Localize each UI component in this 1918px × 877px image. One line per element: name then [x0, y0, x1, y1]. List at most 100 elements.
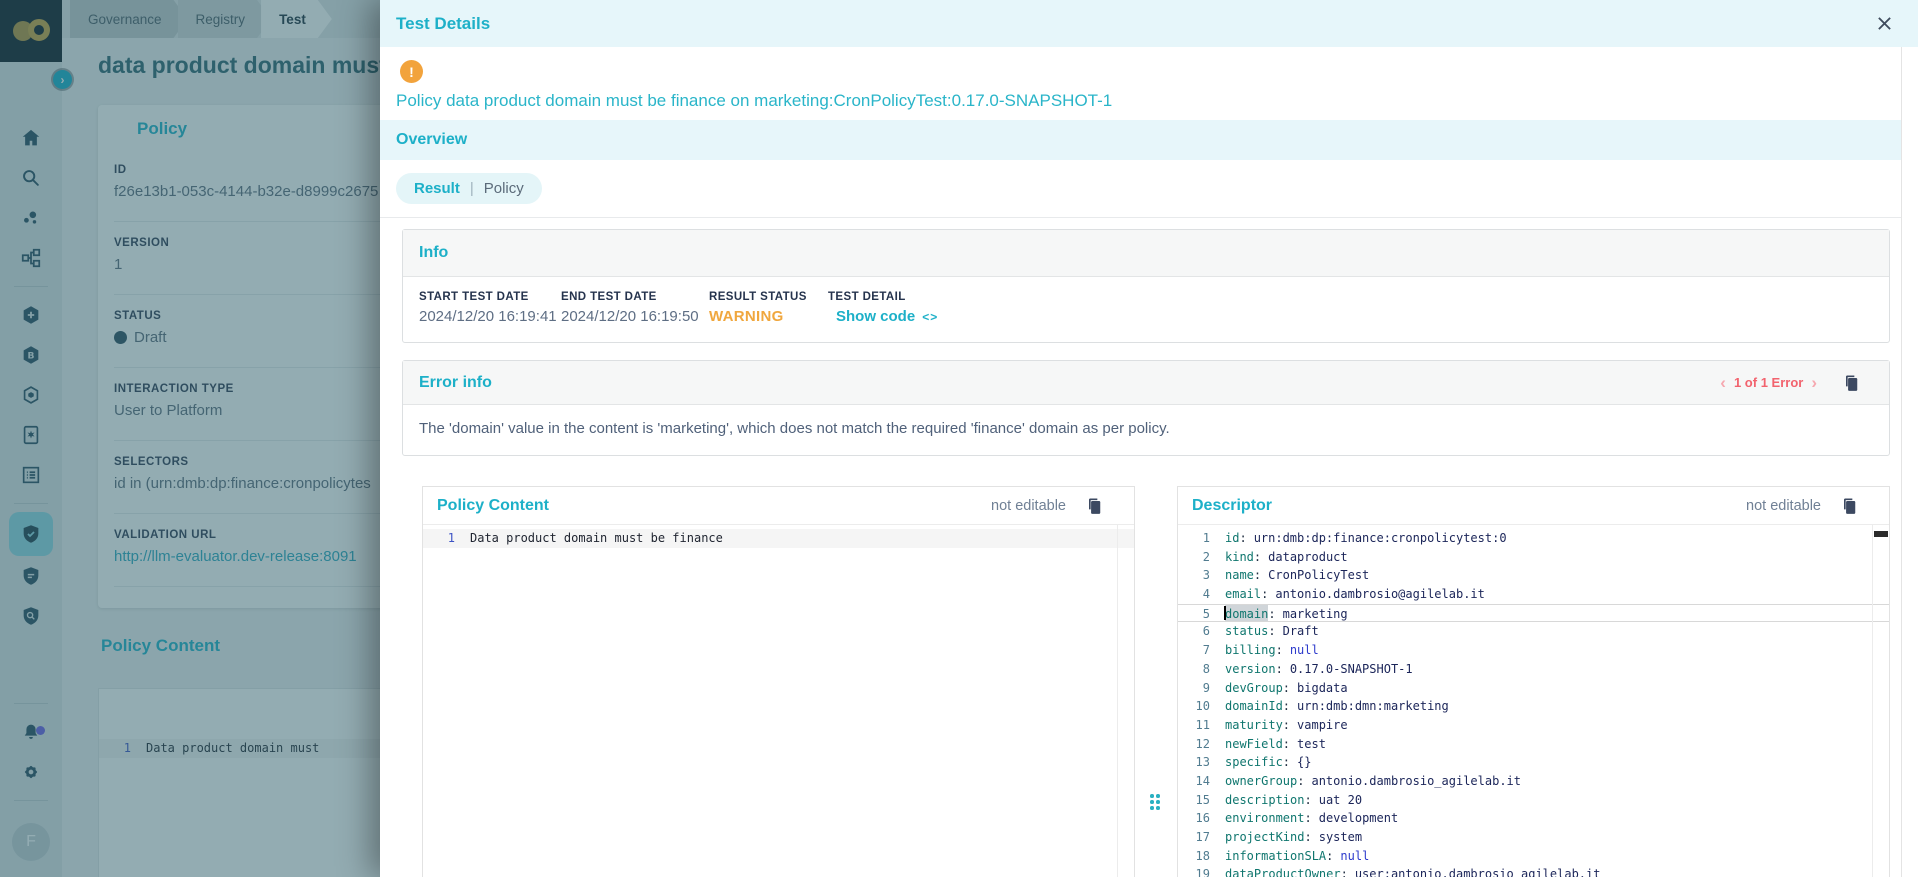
copy-error-button[interactable]: [1841, 373, 1861, 393]
start-date-value: 2024/12/20 16:19:41: [419, 308, 561, 325]
descriptor-lines: 1 id:urn:dmb:dp:finance:cronpolicytest:0…: [1178, 529, 1889, 877]
show-code-link[interactable]: Show code <>: [836, 308, 938, 325]
line-number: 4: [1178, 585, 1210, 604]
yaml-key: newField: [1225, 735, 1283, 754]
yaml-value: {}: [1297, 753, 1311, 772]
end-date-value: 2024/12/20 16:19:50: [561, 308, 709, 325]
close-button[interactable]: [1872, 12, 1896, 36]
yaml-value: 0.17.0-SNAPSHOT-1: [1290, 660, 1413, 679]
yaml-key: domain: [1225, 605, 1268, 622]
yaml-key: environment: [1225, 809, 1304, 828]
descriptor-line: 13 specific:{}: [1178, 753, 1889, 772]
descriptor-line: 14 ownerGroup:antonio.dambrosio_agilelab…: [1178, 772, 1889, 791]
copy-icon: [1841, 373, 1861, 393]
line-number: 10: [1178, 697, 1210, 716]
editor-scrollbar-track: [1117, 525, 1118, 877]
descriptor-line: 15 description:uat 20: [1178, 791, 1889, 810]
copy-descriptor-button[interactable]: [1839, 496, 1859, 516]
modal-title: Test Details: [396, 14, 490, 34]
yaml-value: CronPolicyTest: [1268, 566, 1369, 585]
yaml-key: ownerGroup: [1225, 772, 1297, 791]
split-drag-handle[interactable]: [1150, 794, 1162, 814]
yaml-key: billing: [1225, 641, 1276, 660]
policy-not-editable-label: not editable: [991, 498, 1066, 514]
warning-icon: !: [400, 60, 423, 83]
line-number: 15: [1178, 791, 1210, 810]
yaml-key: description: [1225, 791, 1304, 810]
result-status-label: RESULT STATUS: [709, 291, 828, 303]
prev-error-button[interactable]: ‹: [1720, 374, 1726, 391]
descriptor-line: 8 version:0.17.0-SNAPSHOT-1: [1178, 660, 1889, 679]
yaml-key: projectKind: [1225, 828, 1304, 847]
code-split: Policy Content not editable 1 Data produ…: [422, 486, 1890, 877]
yaml-value: system: [1319, 828, 1362, 847]
yaml-value: test: [1297, 735, 1326, 754]
modal-scrollbar[interactable]: [1901, 47, 1918, 877]
test-details-modal: Test Details ! Policy data product domai…: [380, 0, 1918, 877]
editor-scrollbar-thumb[interactable]: [1874, 531, 1888, 537]
line-number: 6: [1178, 622, 1210, 641]
yaml-value: null: [1340, 847, 1369, 866]
line-number: 19: [1178, 865, 1210, 877]
descriptor-line: 10 domainId:urn:dmb:dmn:marketing: [1178, 697, 1889, 716]
descriptor-line: 12 newField:test: [1178, 735, 1889, 754]
line-number: 11: [1178, 716, 1210, 735]
descriptor-line: 17 projectKind:system: [1178, 828, 1889, 847]
info-title: Info: [419, 244, 448, 262]
yaml-key: informationSLA: [1225, 847, 1326, 866]
info-result-status: RESULT STATUS WARNING: [709, 291, 828, 342]
info-card-body: START TEST DATE 2024/12/20 16:19:41 END …: [403, 277, 1889, 342]
yaml-value: bigdata: [1297, 679, 1348, 698]
error-card-header: Error info ‹ 1 of 1 Error ›: [403, 361, 1889, 405]
yaml-key: status: [1225, 622, 1268, 641]
yaml-key: maturity: [1225, 716, 1283, 735]
line-number: 14: [1178, 772, 1210, 791]
policy-content-title: Policy Content: [437, 497, 549, 515]
descriptor-editor[interactable]: 1 id:urn:dmb:dp:finance:cronpolicytest:0…: [1178, 525, 1889, 877]
copy-icon: [1839, 496, 1859, 516]
line-number: 5: [1178, 605, 1210, 622]
yaml-value: vampire: [1297, 716, 1348, 735]
editor-scrollbar-track: [1872, 525, 1873, 877]
line-number: 17: [1178, 828, 1210, 847]
info-end-date: END TEST DATE 2024/12/20 16:19:50: [561, 291, 709, 342]
yaml-value: marketing: [1283, 605, 1348, 622]
line-number: 2: [1178, 548, 1210, 567]
yaml-key: id: [1225, 529, 1239, 548]
yaml-key: kind: [1225, 548, 1254, 567]
yaml-value: Draft: [1283, 622, 1319, 641]
descriptor-line: 3 name:CronPolicyTest: [1178, 566, 1889, 585]
end-date-label: END TEST DATE: [561, 291, 709, 303]
descriptor-title: Descriptor: [1192, 497, 1272, 515]
tab-policy[interactable]: Policy: [484, 180, 524, 197]
descriptor-line: 1 id:urn:dmb:dp:finance:cronpolicytest:0: [1178, 529, 1889, 548]
copy-policy-button[interactable]: [1084, 496, 1104, 516]
descriptor-line: 16 environment:development: [1178, 809, 1889, 828]
status-badge: WARNING: [709, 308, 828, 325]
line-number: 3: [1178, 566, 1210, 585]
tab-separator: |: [470, 180, 474, 197]
tab-result[interactable]: Result: [414, 180, 460, 197]
yaml-key: name: [1225, 566, 1254, 585]
descriptor-header: Descriptor not editable: [1178, 487, 1889, 525]
show-code-text: Show code: [836, 308, 915, 325]
yaml-key: domainId: [1225, 697, 1283, 716]
line-number: 18: [1178, 847, 1210, 866]
descriptor-line: 9 devGroup:bigdata: [1178, 679, 1889, 698]
start-date-label: START TEST DATE: [419, 291, 561, 303]
policy-content-header: Policy Content not editable: [423, 487, 1134, 525]
line-number: 13: [1178, 753, 1210, 772]
descriptor-line: 7 billing:null: [1178, 641, 1889, 660]
app-root: Governance Registry Test data product do…: [0, 0, 1918, 877]
descriptor-line: 18 informationSLA:null: [1178, 847, 1889, 866]
line-number: 7: [1178, 641, 1210, 660]
tabs-divider: [380, 217, 1918, 218]
error-info-title: Error info: [419, 374, 492, 392]
next-error-button[interactable]: ›: [1811, 374, 1817, 391]
yaml-value: urn:dmb:dmn:marketing: [1297, 697, 1449, 716]
policy-content-editor[interactable]: 1 Data product domain must be finance: [423, 525, 1134, 877]
modal-header: Test Details: [380, 0, 1918, 47]
descriptor-not-editable-label: not editable: [1746, 498, 1821, 514]
line-number: 1: [1178, 529, 1210, 548]
yaml-value: dataproduct: [1268, 548, 1347, 567]
